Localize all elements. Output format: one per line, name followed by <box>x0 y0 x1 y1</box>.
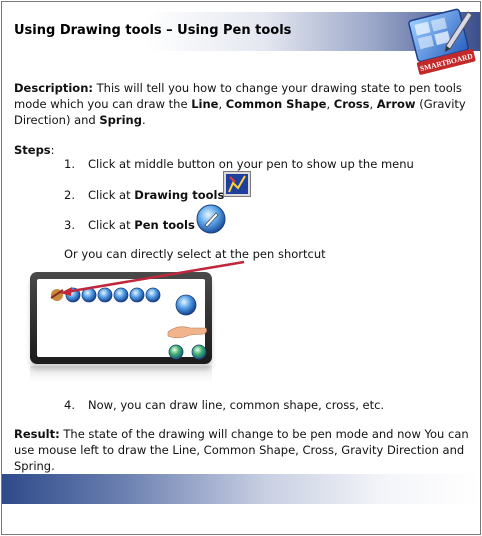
step-number: 4. <box>64 398 75 412</box>
step-text: Click at <box>88 218 135 232</box>
drawing-tools-label: Drawing tools <box>134 188 225 202</box>
separator: , <box>369 97 377 111</box>
step-1: 1. Click at middle button on your pen to … <box>64 156 414 172</box>
separator: , <box>326 97 334 111</box>
result-label: Result: <box>14 427 60 441</box>
term-line: Line <box>191 97 219 111</box>
pen-tools-icon <box>196 204 226 234</box>
steps-label: Steps <box>14 143 51 157</box>
step-text: Click at middle button on your pen to sh… <box>88 157 414 171</box>
steps-colon: : <box>50 143 55 157</box>
page-title: Using Drawing tools – Using Pen tools <box>14 23 292 38</box>
step-number: 2. <box>64 188 75 202</box>
result: Result: The state of the drawing will ch… <box>14 426 472 474</box>
step-text: Now, you can draw line, common shape, cr… <box>88 398 385 412</box>
shortcut-note: Or you can directly select at the pen sh… <box>64 247 326 261</box>
footer-bar <box>2 474 480 504</box>
period: . <box>141 113 146 127</box>
separator: , <box>218 97 226 111</box>
step-3: 3. Click at Pen tools <box>64 217 195 233</box>
description: Description: This will tell you how to c… <box>14 80 472 128</box>
help-page: Using Drawing tools – Using Pen tools SM… <box>1 1 481 535</box>
term-spring: Spring <box>99 113 142 127</box>
step-number: 3. <box>64 218 75 232</box>
steps-heading: Steps: <box>14 142 55 158</box>
drawing-tools-icon <box>223 171 251 197</box>
step-text: Click at <box>88 188 135 202</box>
step-4: 4. Now, you can draw line, common shape, … <box>64 397 384 413</box>
term-cross: Cross <box>333 97 370 111</box>
smartboard-logo-icon: SMARTBOARD <box>408 8 476 75</box>
term-arrow: Arrow <box>376 97 416 111</box>
description-label: Description: <box>14 81 93 95</box>
step-2: 2. Click at Drawing tools <box>64 187 224 203</box>
pen-tools-label: Pen tools <box>134 218 195 232</box>
step-number: 1. <box>64 157 75 171</box>
result-text: The state of the drawing will change to … <box>14 427 469 473</box>
pen-shortcut-screenshot <box>50 260 245 360</box>
term-common-shape: Common Shape <box>225 97 327 111</box>
